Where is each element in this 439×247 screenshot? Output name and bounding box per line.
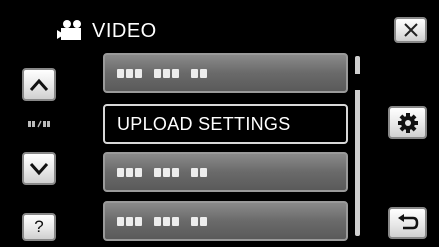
close-button[interactable]: [394, 17, 427, 43]
scroll-up-button[interactable]: [22, 68, 56, 101]
placeholder-text: [117, 216, 207, 226]
menu-item-upload-settings[interactable]: UPLOAD SETTINGS: [103, 104, 348, 144]
menu-item-label: UPLOAD SETTINGS: [117, 113, 291, 134]
menu-item-1[interactable]: [103, 53, 348, 93]
scrollbar[interactable]: [355, 56, 360, 236]
menu-item-4[interactable]: [103, 201, 348, 241]
back-button[interactable]: [388, 207, 427, 239]
gear-icon: [397, 112, 418, 133]
page-indicator-icon: [28, 120, 50, 128]
scroll-thumb[interactable]: [355, 74, 360, 90]
scroll-down-button[interactable]: [22, 152, 56, 185]
placeholder-text: [117, 68, 207, 78]
menu-item-3[interactable]: [103, 152, 348, 192]
return-icon: [397, 214, 418, 230]
settings-button[interactable]: [388, 106, 427, 139]
chevron-up-icon: [29, 78, 49, 91]
video-camera-icon: [57, 20, 81, 40]
chevron-down-icon: [29, 162, 49, 175]
page-title: VIDEO: [92, 20, 157, 42]
page-indicator: [22, 114, 56, 134]
help-button[interactable]: ?: [22, 213, 56, 241]
placeholder-text: [117, 167, 207, 177]
close-icon: [403, 23, 418, 37]
help-label: ?: [34, 217, 44, 236]
